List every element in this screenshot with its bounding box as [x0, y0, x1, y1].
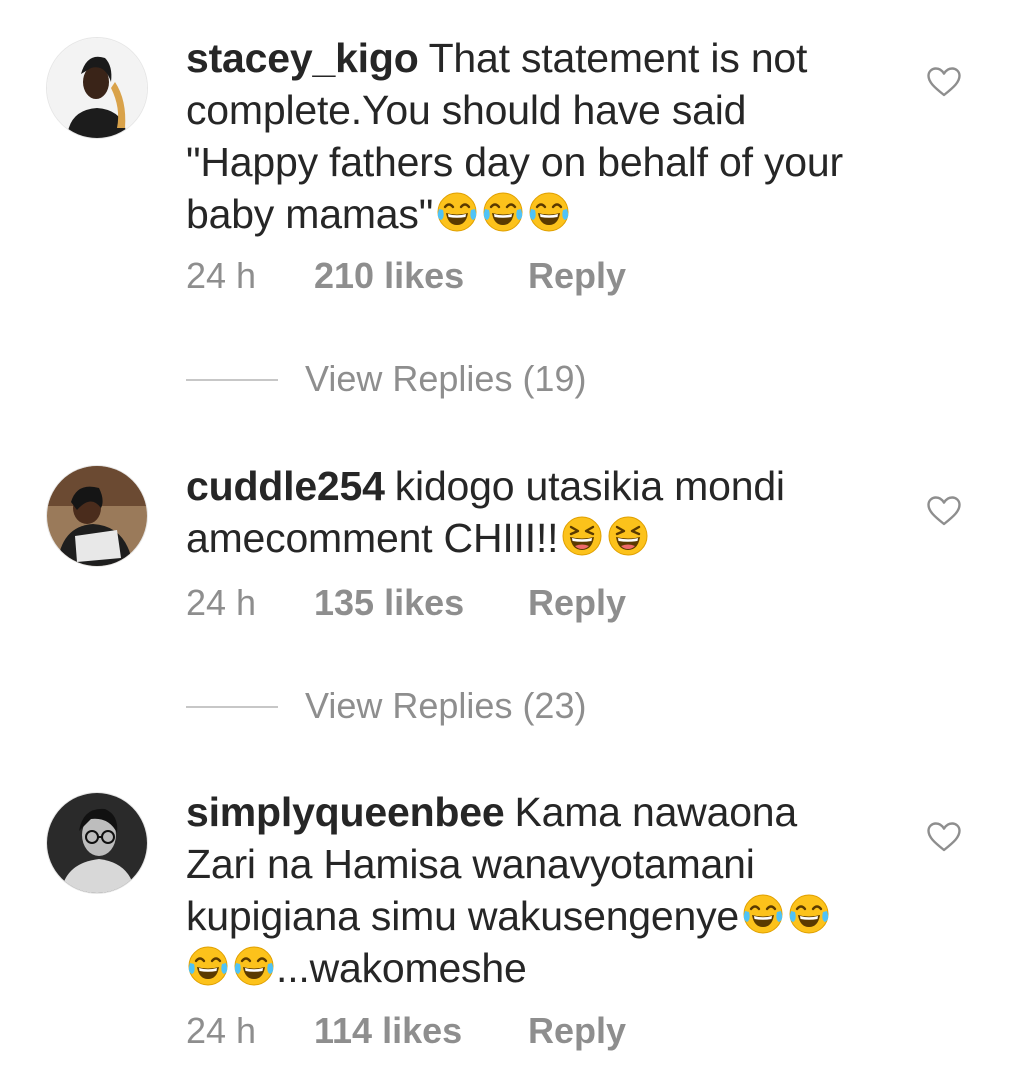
face-with-tears-of-joy-icon: [186, 944, 230, 988]
face-with-tears-of-joy-icon: [435, 190, 479, 234]
view-replies-label: View Replies (23): [305, 685, 587, 726]
grinning-squinting-face-icon: [560, 514, 604, 558]
face-with-tears-of-joy-icon: [232, 944, 276, 988]
comment-line: ...wakomeshe: [276, 945, 527, 991]
reply-button[interactable]: Reply: [528, 583, 626, 623]
likes-count[interactable]: 210 likes: [314, 256, 464, 296]
face-with-tears-of-joy-icon: [787, 892, 831, 936]
reply-button[interactable]: Reply: [528, 256, 626, 296]
comment-time: 24 h: [186, 582, 257, 623]
avatar[interactable]: [46, 792, 148, 894]
comment-line: Kama nawaona: [514, 789, 798, 835]
face-with-tears-of-joy-icon: [741, 892, 785, 936]
comment-text: simplyqueenbee Kama nawaona Zari na Hamis…: [186, 786, 906, 994]
likes-count[interactable]: 114 likes: [314, 1011, 462, 1051]
comment-username[interactable]: stacey_kigo: [186, 35, 419, 81]
comment-line: That statement is not: [428, 35, 808, 81]
comment-time: 24 h: [186, 255, 257, 296]
comment-username[interactable]: cuddle254: [186, 463, 385, 509]
grinning-squinting-face-icon: [606, 514, 650, 558]
heart-icon[interactable]: [926, 66, 962, 98]
view-replies-label: View Replies (19): [305, 358, 587, 399]
view-replies-button[interactable]: View Replies (19): [186, 359, 606, 399]
heart-icon[interactable]: [926, 821, 962, 853]
face-with-tears-of-joy-icon: [481, 190, 525, 234]
avatar[interactable]: [46, 37, 148, 139]
comment-text: cuddle254 kidogo utasikia mondi amecommen…: [186, 460, 906, 564]
comment-time: 24 h: [186, 1010, 257, 1051]
comment-line: Zari na Hamisa wanavyotamani: [186, 841, 755, 887]
comment-line: "Happy fathers day on behalf of your: [186, 139, 843, 185]
reply-button[interactable]: Reply: [528, 1011, 626, 1051]
divider-line: [186, 379, 278, 381]
comment-username[interactable]: simplyqueenbee: [186, 789, 505, 835]
face-with-tears-of-joy-icon: [527, 190, 571, 234]
view-replies-button[interactable]: View Replies (23): [186, 686, 606, 726]
comment-line: kupigiana simu wakusengenye: [186, 893, 740, 939]
heart-icon[interactable]: [926, 495, 962, 527]
avatar[interactable]: [46, 465, 148, 567]
comment-line: amecomment CHIII!!: [186, 515, 559, 561]
divider-line: [186, 706, 278, 708]
likes-count[interactable]: 135 likes: [314, 583, 464, 623]
comment-line: kidogo utasikia mondi: [394, 463, 785, 509]
comment-line: complete.You should have said: [186, 87, 747, 133]
comment-text: stacey_kigo That statement is not complet…: [186, 32, 906, 240]
comment-line: baby mamas": [186, 191, 434, 237]
